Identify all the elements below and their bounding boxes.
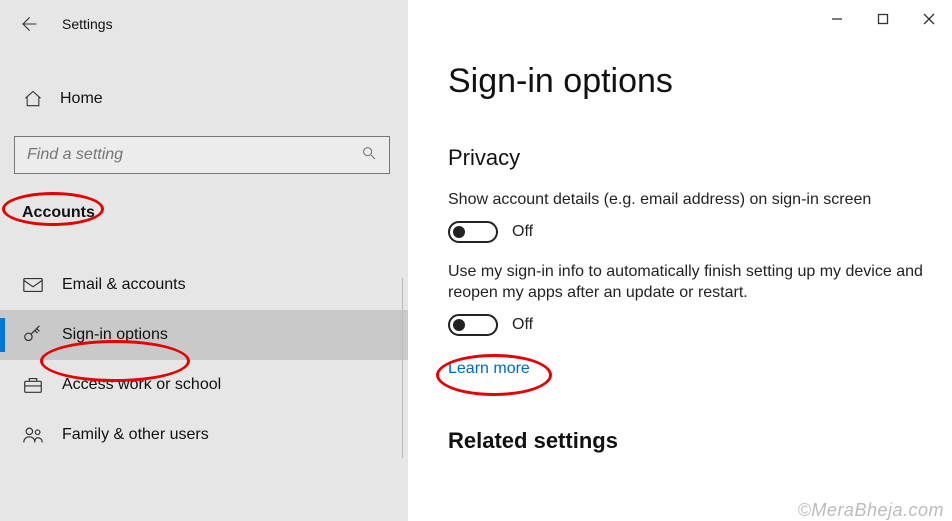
titlebar: Settings [0,0,408,48]
back-button[interactable] [18,14,38,34]
toggle-show-account-details[interactable] [448,221,498,243]
search-input[interactable] [27,146,361,164]
nav-list: Email & accounts Sign-in options Access … [0,260,408,460]
search-icon [361,145,377,166]
nav-item-family-users[interactable]: Family & other users [0,410,408,460]
scrollbar-indicator [402,278,403,458]
minimize-button[interactable] [814,0,860,38]
toggle-state-label: Off [512,316,533,334]
maximize-button[interactable] [860,0,906,38]
toggle-signin-info[interactable] [448,314,498,336]
sidebar: Settings Home Accounts Email & accounts … [0,0,408,521]
nav-item-access-work-school[interactable]: Access work or school [0,360,408,410]
nav-home[interactable]: Home [0,76,408,122]
content-panel: Sign-in options Privacy Show account det… [408,0,952,521]
people-icon [22,424,44,446]
watermark: ©MeraBheja.com [798,500,944,521]
related-settings-heading: Related settings [448,428,952,454]
setting-signin-info-label: Use my sign-in info to automatically fin… [448,261,928,304]
key-icon [22,324,44,346]
setting-show-account-details-label: Show account details (e.g. email address… [448,189,928,211]
toggle-row-signin-info: Off [448,314,952,336]
nav-item-label: Email & accounts [62,276,186,294]
search-box[interactable] [14,136,390,174]
privacy-heading: Privacy [448,145,952,171]
nav-item-label: Family & other users [62,426,209,444]
home-icon [22,88,44,110]
nav-item-signin-options[interactable]: Sign-in options [0,310,408,360]
learn-more-link[interactable]: Learn more [448,360,530,378]
page-title: Sign-in options [448,62,952,101]
close-button[interactable] [906,0,952,38]
nav-item-label: Access work or school [62,376,221,394]
briefcase-icon [22,374,44,396]
toggle-state-label: Off [512,223,533,241]
nav-item-label: Sign-in options [62,326,168,344]
toggle-row-show-account-details: Off [448,221,952,243]
mail-icon [22,274,44,296]
section-header-accounts: Accounts [0,182,408,232]
window-controls [814,0,952,38]
nav-item-email-accounts[interactable]: Email & accounts [0,260,408,310]
nav-home-label: Home [60,90,103,108]
window-title: Settings [62,16,113,32]
